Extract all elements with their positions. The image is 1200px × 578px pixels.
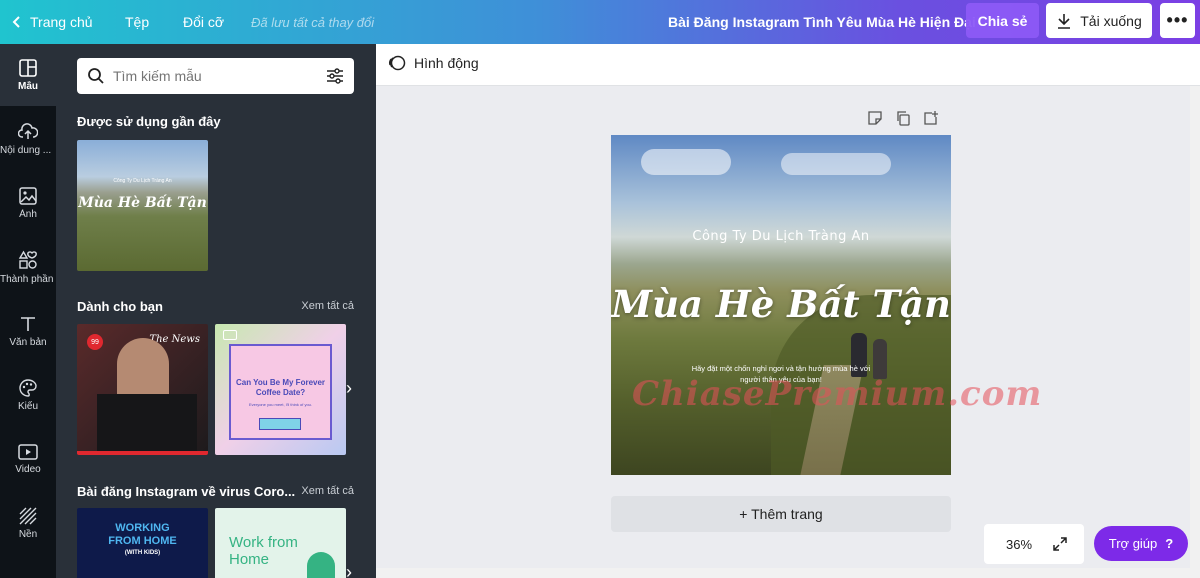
help-button[interactable]: Trợ giúp ? (1094, 526, 1188, 561)
working-line2: FROM HOME (108, 535, 177, 547)
animate-icon (389, 55, 406, 71)
document-title[interactable]: Bài Đăng Instagram Tình Yêu Mùa Hè Hiện … (668, 0, 976, 44)
cloud-shape (641, 149, 731, 175)
for-you-section-title: Dành cho bạn (77, 299, 163, 314)
vertical-scrollbar[interactable] (1190, 86, 1200, 578)
add-page-icon[interactable] (923, 110, 939, 126)
watermark-text: ChiasePremium.com (632, 374, 1043, 414)
for-you-template-news[interactable]: 99 The News (77, 324, 208, 455)
horizontal-scrollbar[interactable] (376, 568, 1190, 578)
animate-label: Hình động (414, 55, 479, 71)
cloud-shape (781, 153, 891, 175)
virus-template-working[interactable]: WORKING FROM HOME (WITH KIDS) (77, 508, 208, 578)
for-you-see-all-link[interactable]: Xem tất cả (301, 300, 354, 312)
palette-icon (19, 378, 37, 397)
for-you-next-arrow[interactable]: › (346, 378, 352, 399)
text-icon (21, 316, 35, 331)
design-page[interactable]: Công Ty Du Lịch Tràng An Mùa Hè Bất Tận … (611, 135, 951, 475)
illustration-figure (307, 552, 335, 578)
rail-item-text[interactable]: Văn bản (0, 300, 56, 362)
upload-icon (18, 122, 38, 139)
coffee-title: Can You Be My Forever Coffee Date? (235, 378, 326, 397)
coffee-sub: Everyone you meet, I'll think of you. (248, 402, 313, 407)
work-home-line2: Home (229, 551, 270, 568)
rail-item-photos[interactable]: Ảnh (0, 172, 56, 234)
zoom-level: 36% (1006, 536, 1033, 552)
templates-panel: Được sử dụng gần đây Công Ty Du Lịch Trà… (56, 44, 376, 578)
add-page-button[interactable]: + Thêm trang (611, 496, 951, 532)
rail-label: Thành phần (0, 273, 54, 285)
file-menu[interactable]: Tệp (125, 0, 149, 44)
recent-section-title: Được sử dụng gần đây (77, 114, 221, 129)
portrait-shoulders (97, 394, 197, 454)
for-you-template-coffee[interactable]: Can You Be My Forever Coffee Date? Every… (215, 324, 346, 455)
hiker-figure (873, 339, 887, 379)
rail-label: Video (15, 463, 41, 475)
virus-template-work-home[interactable]: Work from Home (215, 508, 346, 578)
design-company-text[interactable]: Công Ty Du Lịch Tràng An (611, 229, 951, 244)
zoom-control[interactable]: 36% (984, 524, 1084, 564)
video-badge-icon (223, 330, 237, 340)
share-button[interactable]: Chia sẻ (966, 3, 1039, 38)
working-line1: WORKING (115, 522, 170, 534)
rail-item-templates[interactable]: Mẫu (0, 44, 56, 106)
virus-next-arrow[interactable]: › (346, 562, 352, 578)
editor-toolbar: Hình động (376, 44, 1200, 86)
accent-bar (77, 451, 208, 455)
download-label: Tải xuống (1080, 12, 1142, 29)
rail-item-uploads[interactable]: Nội dung ... (0, 108, 56, 170)
design-title-text[interactable]: Mùa Hè Bất Tận (611, 282, 951, 326)
background-icon (19, 507, 37, 524)
rail-item-styles[interactable]: Kiểu (0, 364, 56, 426)
virus-section-title: Bài đăng Instagram về virus Coro... (77, 484, 296, 499)
duplicate-page-icon[interactable] (895, 110, 911, 126)
fullscreen-icon[interactable] (1052, 536, 1068, 552)
help-question-icon: ? (1165, 536, 1174, 551)
elements-icon (18, 250, 37, 269)
rail-item-video[interactable]: Video (0, 428, 56, 490)
rail-item-background[interactable]: Nền (0, 492, 56, 554)
chevron-left-icon (12, 16, 20, 28)
rail-label: Nền (18, 528, 38, 540)
more-options-button[interactable]: ••• (1160, 3, 1195, 38)
recent-template-thumbnail[interactable]: Công Ty Du Lịch Tràng An Mùa Hè Bất Tận (77, 140, 208, 271)
thumb-title: Mùa Hè Bất Tận (78, 195, 207, 211)
top-bar: Trang chủ Tệp Đổi cỡ Đã lưu tất cả thay … (0, 0, 1200, 44)
coffee-button (259, 418, 301, 430)
quote-badge: 99 (87, 334, 103, 350)
working-line3: (WITH KIDS) (124, 550, 161, 556)
rail-label: Nội dung ... (0, 144, 52, 156)
rail-item-elements[interactable]: Thành phần (0, 236, 56, 298)
search-input[interactable] (113, 68, 326, 84)
rail-label: Mẫu (18, 80, 38, 92)
rail-label: Kiểu (17, 400, 38, 412)
resize-menu[interactable]: Đổi cỡ (183, 0, 224, 44)
search-box[interactable] (77, 58, 354, 94)
filter-icon[interactable] (326, 68, 344, 84)
home-label: Trang chủ (30, 14, 93, 30)
home-link[interactable]: Trang chủ (10, 0, 93, 44)
saved-status: Đã lưu tất cả thay đổi (251, 14, 375, 30)
rail-label: Văn bản (9, 336, 47, 348)
virus-see-all-link[interactable]: Xem tất cả (301, 485, 354, 497)
template-icon (19, 58, 37, 77)
search-icon (88, 68, 104, 84)
work-home-line1: Work from (229, 534, 298, 551)
animate-button[interactable]: Hình động (388, 54, 479, 72)
thumb-company: Công Ty Du Lịch Tràng An (113, 178, 172, 184)
help-label: Trợ giúp (1108, 536, 1158, 551)
photo-icon (19, 186, 37, 205)
rail-label: Ảnh (19, 208, 37, 220)
download-icon (1058, 13, 1071, 29)
video-icon (18, 443, 38, 460)
side-rail: Mẫu Nội dung ... Ảnh Thành phần Văn bản … (0, 44, 56, 578)
page-tools (867, 110, 939, 126)
download-button[interactable]: Tải xuống (1046, 3, 1152, 38)
note-icon[interactable] (867, 110, 883, 126)
